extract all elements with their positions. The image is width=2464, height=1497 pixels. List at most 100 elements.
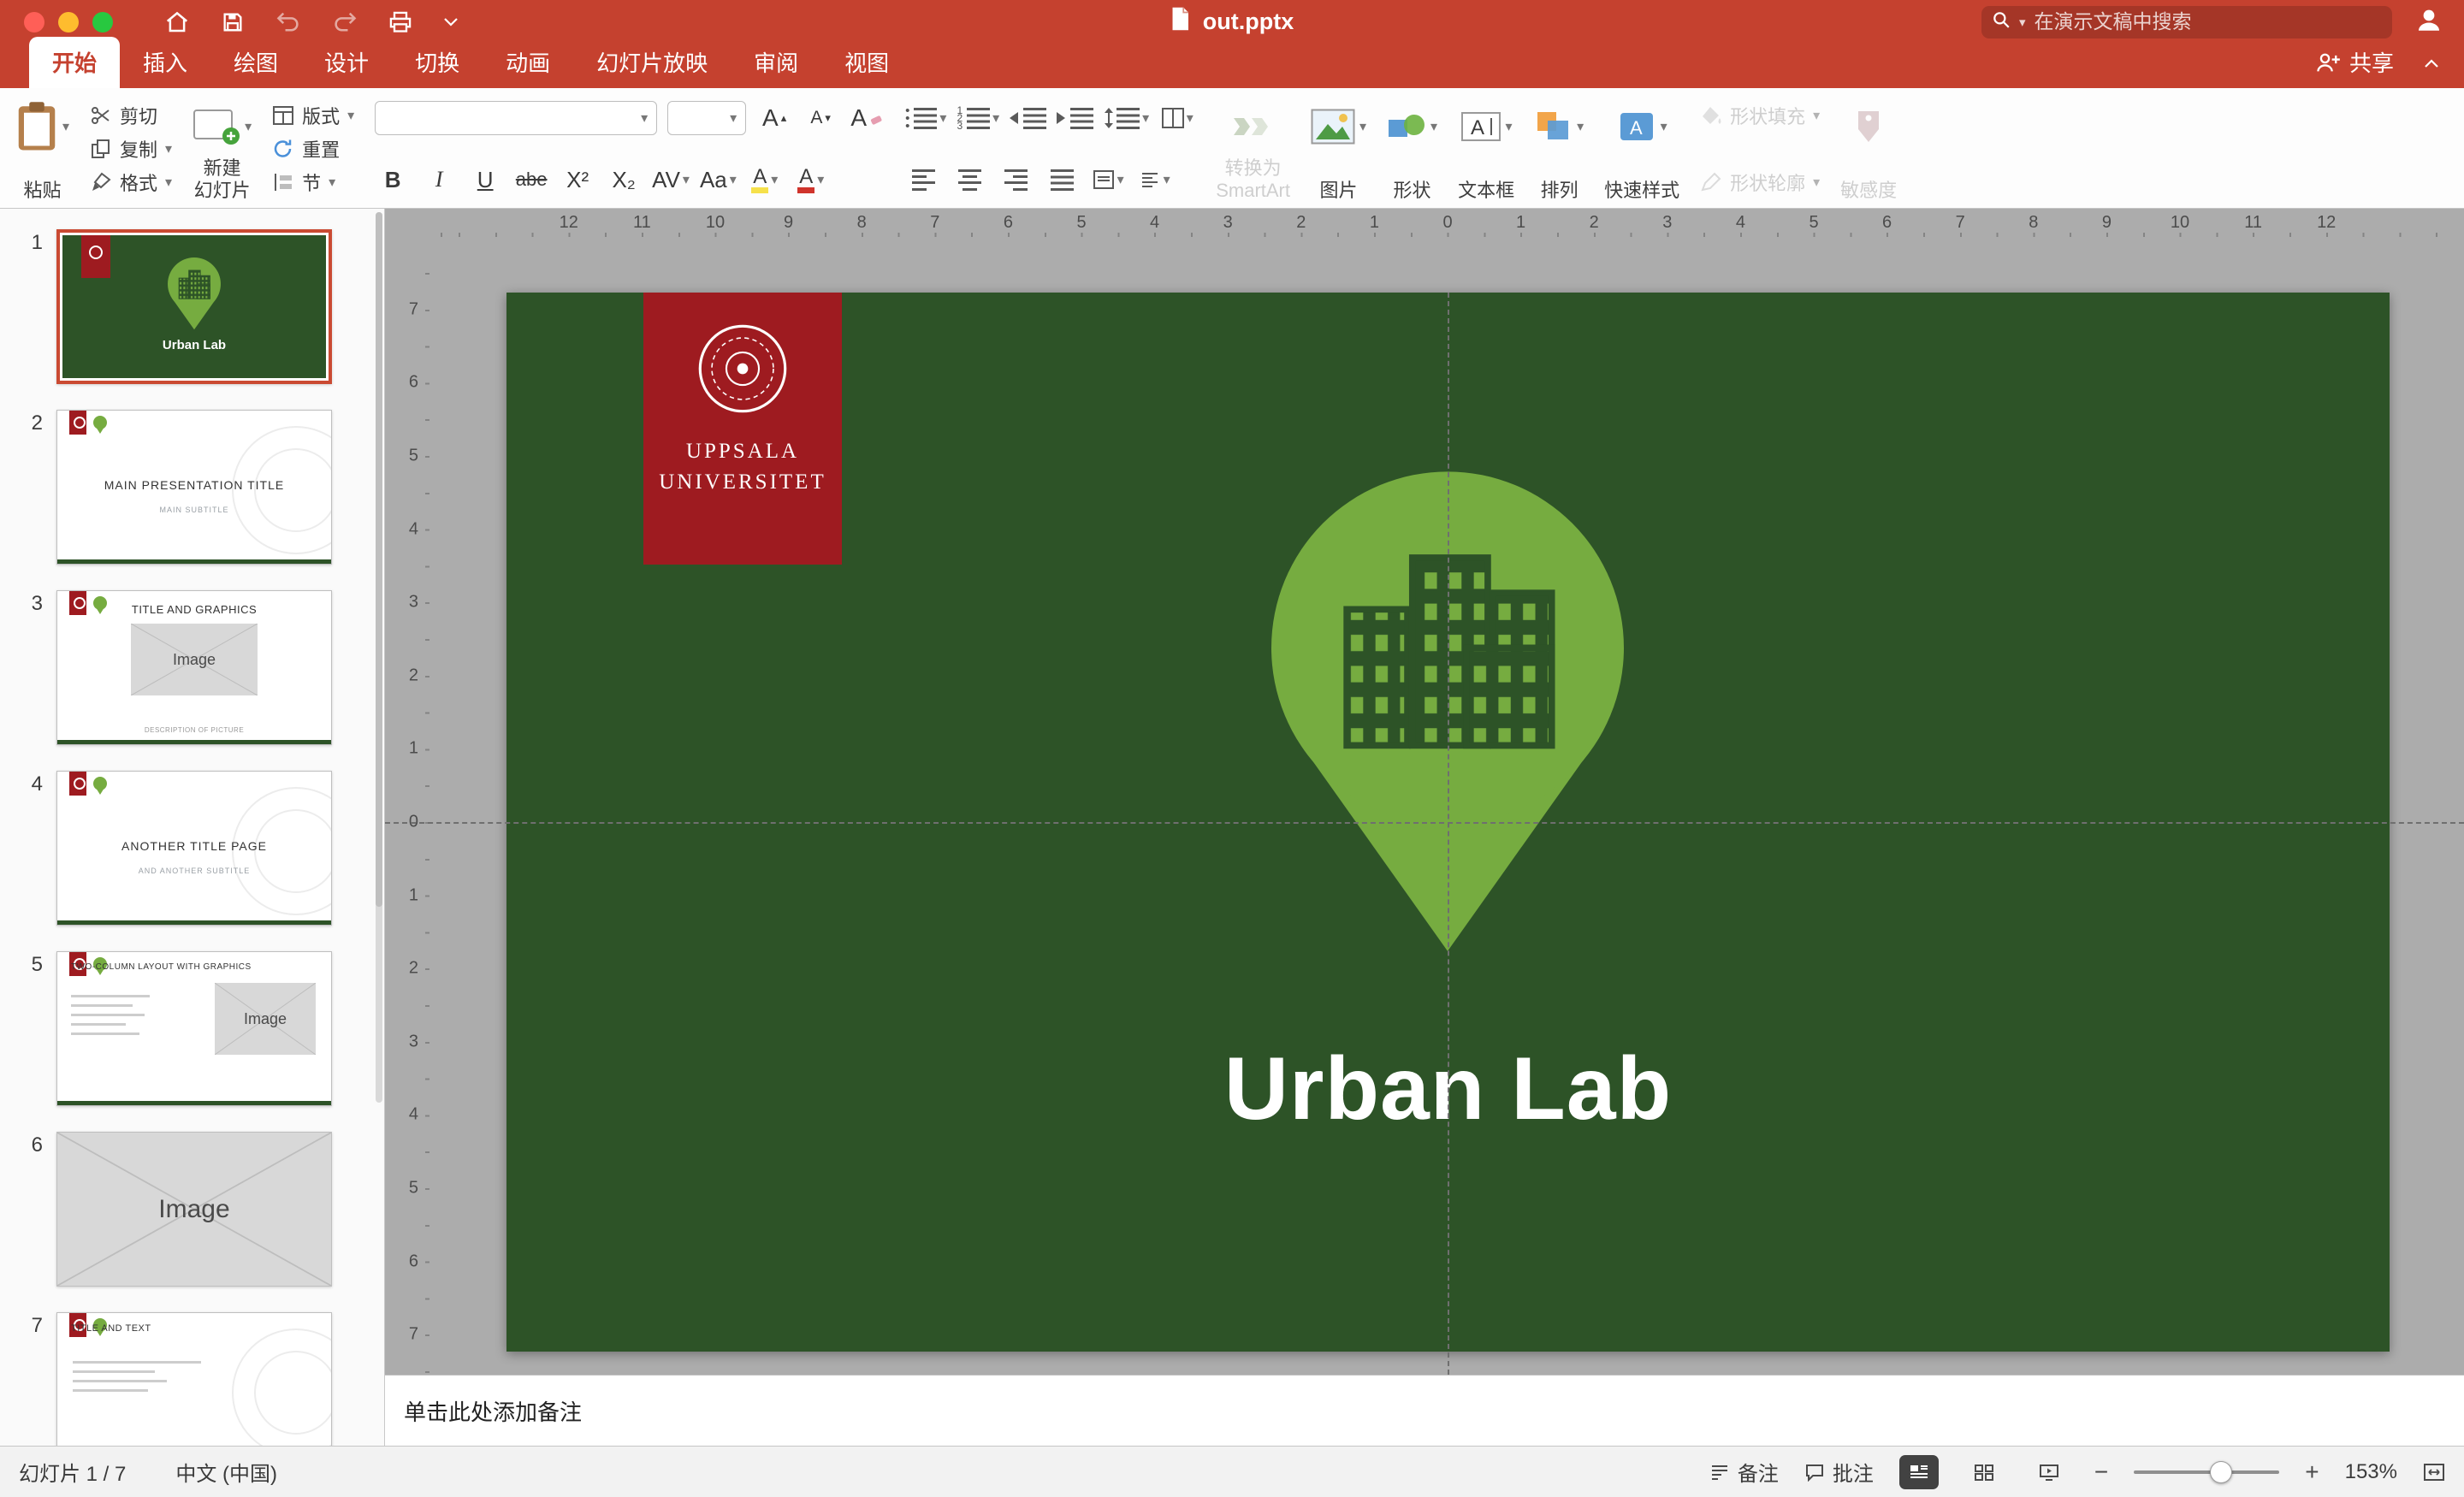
- zoom-out-button[interactable]: −: [2094, 1459, 2108, 1486]
- search-input[interactable]: [2034, 10, 2382, 33]
- zoom-slider[interactable]: [2134, 1460, 2280, 1483]
- thumbnail-row-2: 2 MAIN PRESENTATION TITLE MAIN SUBTITLE: [0, 410, 384, 565]
- text-direction-button[interactable]: ▾: [1136, 163, 1172, 196]
- superscript-button[interactable]: X²: [560, 163, 595, 196]
- layout-button[interactable]: 版式 ▾: [272, 99, 354, 132]
- shape-fill-button[interactable]: 形状填充 ▾: [1700, 99, 1820, 132]
- vertical-guide[interactable]: [1448, 293, 1449, 1375]
- new-slide-caret-icon[interactable]: ▾: [245, 118, 252, 135]
- slide-thumbnail-7[interactable]: TITLE AND TEXT: [56, 1312, 332, 1446]
- cut-button[interactable]: 剪切: [90, 99, 172, 132]
- panel-scrollbar-thumb[interactable]: [376, 212, 382, 908]
- share-button[interactable]: 共享: [2315, 46, 2394, 78]
- zoom-slider-thumb[interactable]: [2210, 1460, 2233, 1483]
- home-button[interactable]: [164, 9, 190, 35]
- clear-formatting-button[interactable]: A: [849, 102, 885, 134]
- section-button[interactable]: 节 ▾: [272, 166, 354, 198]
- search-field[interactable]: ▾: [1981, 5, 2392, 38]
- fullscreen-button[interactable]: [92, 11, 113, 33]
- picture-button[interactable]: ▾ 图片: [1311, 95, 1366, 203]
- align-center-button[interactable]: [951, 163, 987, 196]
- smartart-button[interactable]: 转换为 SmartArt: [1216, 95, 1290, 203]
- tab-design[interactable]: 设计: [301, 37, 392, 88]
- subscript-button[interactable]: X₂: [606, 163, 642, 196]
- columns-button[interactable]: ▾: [1159, 102, 1195, 134]
- ruler-number: 2: [1589, 213, 1599, 232]
- slide-sorter-view-button[interactable]: [1964, 1455, 2004, 1489]
- reset-button[interactable]: 重置: [272, 133, 354, 165]
- print-button[interactable]: [388, 11, 412, 33]
- underline-button[interactable]: U: [467, 163, 503, 196]
- search-scope-caret-icon[interactable]: ▾: [2019, 15, 2026, 30]
- font-size-select[interactable]: ▾: [667, 101, 747, 135]
- uppsala-logo-block[interactable]: UPPSALA UNIVERSITET: [643, 293, 842, 565]
- notes-toggle-button[interactable]: 备注: [1709, 1457, 1779, 1487]
- redo-button[interactable]: [332, 11, 358, 33]
- font-family-select[interactable]: ▾: [375, 101, 658, 135]
- tab-transitions[interactable]: 切换: [392, 37, 483, 88]
- vertical-align-button[interactable]: ▾: [1090, 163, 1126, 196]
- document-title: out.pptx: [1202, 9, 1294, 34]
- tab-insert[interactable]: 插入: [120, 37, 210, 88]
- slide-thumbnail-6[interactable]: Image: [56, 1132, 332, 1287]
- slide-thumbnail-4[interactable]: ANOTHER TITLE PAGE AND ANOTHER SUBTITLE: [56, 771, 332, 926]
- new-slide-button[interactable]: ▾ 新建 幻灯片: [192, 95, 252, 203]
- horizontal-guide[interactable]: [385, 822, 2464, 824]
- tab-animations[interactable]: 动画: [483, 37, 573, 88]
- slide-thumbnail-5[interactable]: TWO-COLUMN LAYOUT WITH GRAPHICS Image: [56, 951, 332, 1106]
- decrease-font-button[interactable]: A ▾: [803, 102, 838, 134]
- shape-outline-button[interactable]: 形状轮廓 ▾: [1700, 166, 1820, 198]
- change-case-button[interactable]: Aa ▾: [700, 163, 737, 196]
- bullets-button[interactable]: • • • ▾: [905, 102, 946, 134]
- arrange-button[interactable]: ▾ 排列: [1535, 95, 1584, 203]
- increase-font-button[interactable]: A ▴: [756, 102, 792, 134]
- tab-review[interactable]: 审阅: [731, 37, 821, 88]
- slideshow-button[interactable]: [2029, 1455, 2069, 1489]
- format-painter-button[interactable]: 格式 ▾: [90, 166, 172, 198]
- increase-indent-button[interactable]: [1057, 102, 1094, 134]
- font-color-button[interactable]: A ▾: [793, 163, 829, 196]
- italic-button[interactable]: I: [421, 163, 457, 196]
- thumb-title: MAIN PRESENTATION TITLE: [104, 477, 285, 492]
- language-indicator[interactable]: 中文 (中国): [175, 1457, 277, 1487]
- strikethrough-button[interactable]: abe: [513, 163, 549, 196]
- zoom-in-button[interactable]: +: [2305, 1459, 2319, 1486]
- shapes-button[interactable]: ▾ 形状: [1387, 95, 1437, 203]
- save-button[interactable]: [221, 10, 245, 34]
- toolbar-options-button[interactable]: [443, 17, 459, 27]
- bold-button[interactable]: B: [375, 163, 411, 196]
- character-spacing-button[interactable]: AV ▾: [652, 163, 690, 196]
- tab-home[interactable]: 开始: [29, 37, 121, 88]
- user-avatar[interactable]: [2414, 5, 2443, 38]
- textbox-button[interactable]: A ▾ 文本框: [1458, 95, 1514, 203]
- justify-button[interactable]: [1044, 163, 1080, 196]
- highlight-color-button[interactable]: A ▾: [747, 163, 783, 196]
- align-left-button[interactable]: [905, 163, 941, 196]
- align-right-button[interactable]: [998, 163, 1034, 196]
- comments-toggle-button[interactable]: 批注: [1804, 1457, 1874, 1487]
- paste-button[interactable]: ▾ 粘贴: [15, 95, 69, 203]
- undo-button[interactable]: [275, 11, 301, 33]
- fit-window-button[interactable]: [2423, 1463, 2445, 1482]
- copy-button[interactable]: 复制 ▾: [90, 133, 172, 165]
- normal-view-button[interactable]: [1898, 1454, 1939, 1489]
- sensitivity-button[interactable]: 敏感度: [1840, 95, 1897, 203]
- close-button[interactable]: [24, 11, 44, 33]
- panel-scrollbar[interactable]: [376, 212, 382, 1104]
- slide-thumbnail-1[interactable]: Urban Lab: [56, 229, 332, 384]
- tab-view[interactable]: 视图: [821, 37, 912, 88]
- thumb-subtitle: AND ANOTHER SUBTITLE: [138, 866, 251, 875]
- notes-pane[interactable]: 单击此处添加备注: [385, 1375, 2464, 1446]
- collapse-ribbon-button[interactable]: [2423, 49, 2440, 75]
- numbering-button[interactable]: 1 2 3 ▾: [957, 102, 999, 134]
- decrease-indent-button[interactable]: [1010, 102, 1047, 134]
- slide-thumbnail-3[interactable]: TITLE AND GRAPHICS Image DESCRIPTION OF …: [56, 590, 332, 745]
- paste-caret-icon[interactable]: ▾: [62, 118, 69, 135]
- zoom-level[interactable]: 153%: [2345, 1460, 2397, 1484]
- minimize-button[interactable]: [58, 11, 79, 33]
- tab-draw[interactable]: 绘图: [210, 37, 301, 88]
- quick-styles-button[interactable]: A ▾ 快速样式: [1604, 95, 1679, 203]
- line-spacing-button[interactable]: ▾: [1104, 102, 1149, 134]
- slide-thumbnail-2[interactable]: MAIN PRESENTATION TITLE MAIN SUBTITLE: [56, 410, 332, 565]
- tab-slideshow[interactable]: 幻灯片放映: [573, 37, 731, 88]
